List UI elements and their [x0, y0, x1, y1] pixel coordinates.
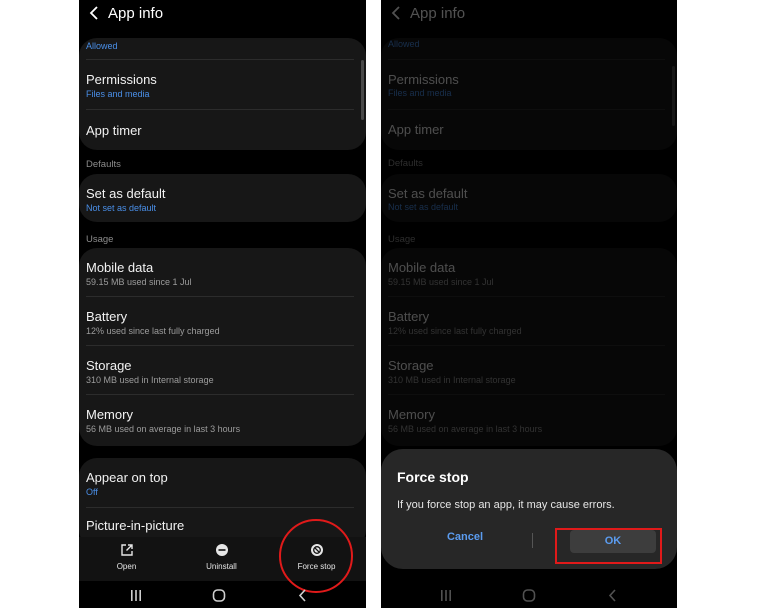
button-separator: [532, 533, 533, 548]
mobile-data-label: Mobile data: [388, 260, 456, 275]
section-header-usage: Usage: [86, 234, 114, 245]
open-button[interactable]: Open: [79, 537, 174, 581]
back-nav-icon[interactable]: [295, 588, 311, 603]
set-as-default-label: Set as default: [86, 186, 166, 201]
phone-screen-force-stop-dialog: App info Allowed Permissions Files and m…: [381, 0, 677, 608]
page-title: App info: [410, 5, 466, 22]
battery-label: Battery: [388, 309, 430, 324]
picture-in-picture-label: Picture-in-picture: [86, 518, 185, 533]
dialog-title: Force stop: [397, 469, 469, 485]
dialog-message: If you force stop an app, it may cause e…: [397, 499, 615, 511]
scrollbar: [672, 66, 675, 126]
phone-screen-app-info: App info Allowed Permissions Files and m…: [79, 0, 366, 608]
permissions-value: Files and media: [388, 88, 452, 98]
storage-label: Storage: [86, 358, 132, 373]
divider: [86, 345, 354, 346]
minus-circle-icon: [215, 544, 228, 556]
home-icon[interactable]: [211, 588, 227, 603]
permissions-label: Permissions: [388, 72, 459, 87]
divider: [86, 507, 354, 508]
back-nav-icon: [608, 589, 616, 602]
divider: [388, 394, 665, 395]
set-as-default-row: Set as default Not set as default: [381, 174, 677, 222]
section-header-usage: Usage: [388, 234, 416, 245]
appear-on-top-label: Appear on top: [86, 470, 168, 485]
divider: [388, 345, 665, 346]
card-usage-group: Mobile data 59.15 MB used since 1 Jul Ba…: [79, 248, 366, 446]
divider: [388, 296, 665, 297]
memory-label: Memory: [388, 407, 435, 422]
page-title: App info: [108, 5, 164, 22]
system-nav-bar: [381, 583, 677, 608]
force-stop-highlight-circle: [279, 519, 353, 593]
storage-value: 310 MB used in Internal storage: [388, 375, 516, 385]
home-icon: [522, 589, 536, 602]
permissions-label: Permissions: [86, 72, 157, 87]
allowed-status: Allowed: [86, 41, 118, 51]
memory-value: 56 MB used on average in last 3 hours: [388, 424, 543, 434]
divider: [86, 296, 354, 297]
app-bar: App info: [381, 0, 677, 30]
app-timer-label: App timer: [86, 123, 142, 138]
mobile-data-value: 59.15 MB used since 1 Jul: [86, 277, 192, 287]
back-arrow-icon[interactable]: [87, 5, 101, 21]
mobile-data-value: 59.15 MB used since 1 Jul: [388, 277, 494, 287]
recent-apps-icon[interactable]: [128, 588, 144, 603]
card-usage-group: Mobile data 59.15 MB used since 1 Jul Ba…: [381, 248, 677, 446]
battery-value: 12% used since last fully charged: [86, 326, 220, 336]
battery-label: Battery: [86, 309, 128, 324]
open-external-icon: [120, 544, 133, 556]
memory-label: Memory: [86, 407, 133, 422]
permissions-value: Files and media: [86, 89, 150, 99]
back-arrow-icon: [391, 6, 400, 20]
app-bar: App info: [79, 0, 366, 30]
divider: [86, 109, 354, 110]
memory-value: 56 MB used on average in last 3 hours: [86, 424, 241, 434]
section-header-defaults: Defaults: [86, 159, 121, 170]
set-as-default-value: Not set as default: [86, 203, 157, 213]
battery-value: 12% used since last fully charged: [388, 326, 522, 336]
recent-apps-icon: [441, 590, 451, 601]
divider: [86, 394, 354, 395]
storage-label: Storage: [388, 358, 434, 373]
storage-value: 310 MB used in Internal storage: [86, 375, 214, 385]
ok-button-highlight-box: [555, 528, 662, 564]
divider: [86, 59, 354, 60]
cancel-button[interactable]: Cancel: [411, 531, 519, 543]
set-as-default-label: Set as default: [388, 186, 468, 201]
section-header-defaults: Defaults: [388, 158, 423, 169]
mobile-data-label: Mobile data: [86, 260, 154, 275]
card-permissions-group: Allowed Permissions Files and media App …: [381, 38, 677, 150]
open-label: Open: [116, 562, 137, 571]
system-nav-bar: [79, 583, 366, 608]
set-as-default-row[interactable]: Set as default Not set as default: [79, 174, 366, 222]
scrollbar[interactable]: [361, 60, 364, 120]
appear-on-top-value: Off: [86, 487, 98, 497]
set-as-default-value: Not set as default: [388, 202, 459, 212]
divider: [388, 59, 665, 60]
card-permissions-group: Allowed Permissions Files and media App …: [79, 38, 366, 150]
uninstall-button[interactable]: Uninstall: [174, 537, 269, 581]
app-timer-label: App timer: [388, 122, 444, 137]
divider: [388, 109, 665, 110]
uninstall-label: Uninstall: [206, 562, 237, 571]
allowed-status: Allowed: [388, 39, 420, 49]
